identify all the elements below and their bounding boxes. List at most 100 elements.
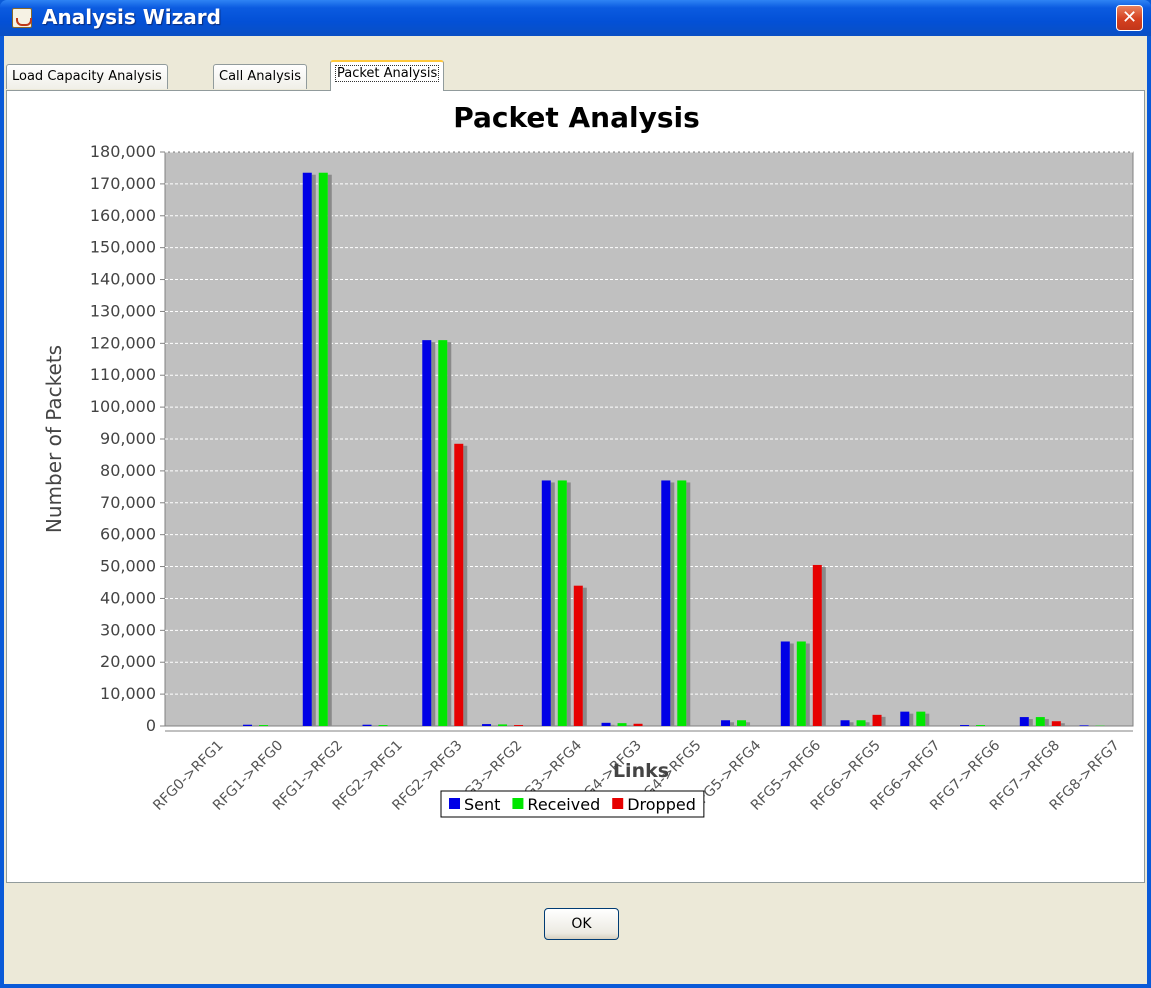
legend-swatch-dropped — [612, 798, 624, 809]
y-tick-label: 0 — [146, 716, 156, 735]
bar-received — [677, 480, 687, 726]
tab-label: Packet Analysis — [334, 65, 440, 82]
tab-strip: Load Capacity Analysis Call Analysis Pac… — [4, 36, 1147, 91]
legend-swatch-sent — [449, 798, 460, 809]
bar-received — [318, 172, 328, 726]
bar-shadow — [746, 722, 751, 726]
bar-received — [438, 340, 448, 726]
bar-shadow — [327, 174, 332, 726]
y-tick-label: 120,000 — [90, 333, 156, 352]
packet-analysis-chart: 0 10,000 20,000 30,000 40,000 50,000 60,000 70,… — [42, 142, 1134, 818]
dialog-footer: OK — [4, 884, 1147, 984]
bar-shadow — [881, 716, 886, 726]
bar-sent — [482, 724, 492, 726]
y-tick-label: 160,000 — [90, 206, 156, 225]
bar-sent — [302, 172, 312, 726]
window-title: Analysis Wizard — [42, 5, 221, 29]
y-axis-title: Number of Packets — [42, 345, 66, 533]
y-tick-label: 70,000 — [100, 493, 156, 512]
bar-shadow — [909, 713, 914, 726]
bar-sent — [780, 641, 790, 726]
bar-sent — [1019, 717, 1029, 726]
bar-received — [259, 725, 269, 726]
bar-shadow — [311, 174, 316, 726]
legend-label-sent: Sent — [464, 795, 500, 814]
y-tick-label: 10,000 — [100, 684, 156, 703]
bar-received — [856, 720, 866, 726]
bar-sent — [243, 724, 253, 726]
bar-dropped — [633, 723, 643, 726]
bar-received — [976, 725, 986, 726]
bar-received — [796, 641, 806, 726]
tab-load-capacity-analysis[interactable]: Load Capacity Analysis — [6, 64, 168, 89]
y-tick-label: 100,000 — [90, 397, 156, 416]
bar-shadow — [789, 643, 794, 726]
bar-dropped — [1051, 721, 1061, 726]
packet-analysis-panel: Packet Analysis 0 10,000 20,000 30,000 40,00… — [6, 90, 1145, 883]
bar-dropped — [872, 714, 882, 726]
y-tick-label: 110,000 — [90, 365, 156, 384]
bar-dropped — [812, 564, 822, 726]
bar-received — [916, 711, 926, 726]
bar-shadow — [1044, 719, 1049, 726]
y-tick-label: 150,000 — [90, 238, 156, 257]
bar-shadow — [1028, 719, 1033, 726]
bar-sent — [601, 722, 611, 726]
title-bar[interactable]: Analysis Wizard ✕ — [0, 0, 1151, 36]
bar-received — [1035, 717, 1045, 726]
y-tick-label: 130,000 — [90, 301, 156, 320]
tab-packet-analysis[interactable]: Packet Analysis — [330, 60, 445, 91]
bar-sent — [960, 725, 970, 726]
bar-sent — [900, 711, 910, 726]
ok-button[interactable]: OK — [544, 908, 619, 940]
bar-shadow — [686, 482, 691, 726]
bar-shadow — [865, 722, 870, 726]
bar-shadow — [566, 482, 571, 726]
bar-shadow — [1060, 723, 1065, 726]
bar-sent — [541, 480, 551, 726]
bar-shadow — [626, 725, 631, 726]
legend-label-received: Received — [527, 795, 600, 814]
y-tick-label: 60,000 — [100, 525, 156, 544]
dialog-client-area: Load Capacity Analysis Call Analysis Pac… — [4, 36, 1147, 984]
tab-label: Call Analysis — [219, 69, 301, 84]
bar-shadow — [849, 722, 854, 726]
bar-shadow — [610, 724, 615, 726]
y-tick-label: 50,000 — [100, 557, 156, 576]
bar-shadow — [730, 722, 735, 726]
bar-shadow — [805, 643, 810, 726]
legend-label-dropped: Dropped — [627, 795, 696, 814]
bar-received — [617, 723, 627, 726]
bar-dropped — [514, 725, 524, 726]
bar-shadow — [463, 445, 468, 726]
tab-label: Load Capacity Analysis — [12, 69, 162, 84]
bar-received — [557, 480, 567, 726]
bar-shadow — [670, 482, 675, 726]
close-button[interactable]: ✕ — [1116, 5, 1143, 31]
y-tick-label: 20,000 — [100, 652, 156, 671]
java-cup-icon — [12, 8, 32, 28]
legend-swatch-received — [512, 798, 524, 809]
bar-dropped — [573, 585, 583, 726]
bar-received — [737, 720, 747, 726]
y-tick-label: 180,000 — [90, 142, 156, 161]
bar-sent — [1079, 725, 1089, 726]
bar-shadow — [925, 713, 930, 726]
bar-dropped — [454, 443, 464, 726]
bar-sent — [661, 480, 671, 726]
bar-sent — [422, 340, 432, 726]
y-tick-label: 170,000 — [90, 174, 156, 193]
y-tick-label: 80,000 — [100, 461, 156, 480]
bar-received — [498, 724, 508, 726]
y-tick-label: 90,000 — [100, 429, 156, 448]
bar-shadow — [447, 342, 452, 726]
bar-shadow — [582, 587, 587, 726]
bar-sent — [721, 720, 731, 726]
y-tick-label: 140,000 — [90, 270, 156, 289]
bar-shadow — [431, 342, 436, 726]
bar-sent — [362, 724, 372, 726]
x-axis-title: Links — [613, 760, 669, 782]
bar-sent — [840, 720, 850, 726]
bar-shadow — [821, 566, 826, 726]
tab-call-analysis[interactable]: Call Analysis — [213, 64, 307, 89]
